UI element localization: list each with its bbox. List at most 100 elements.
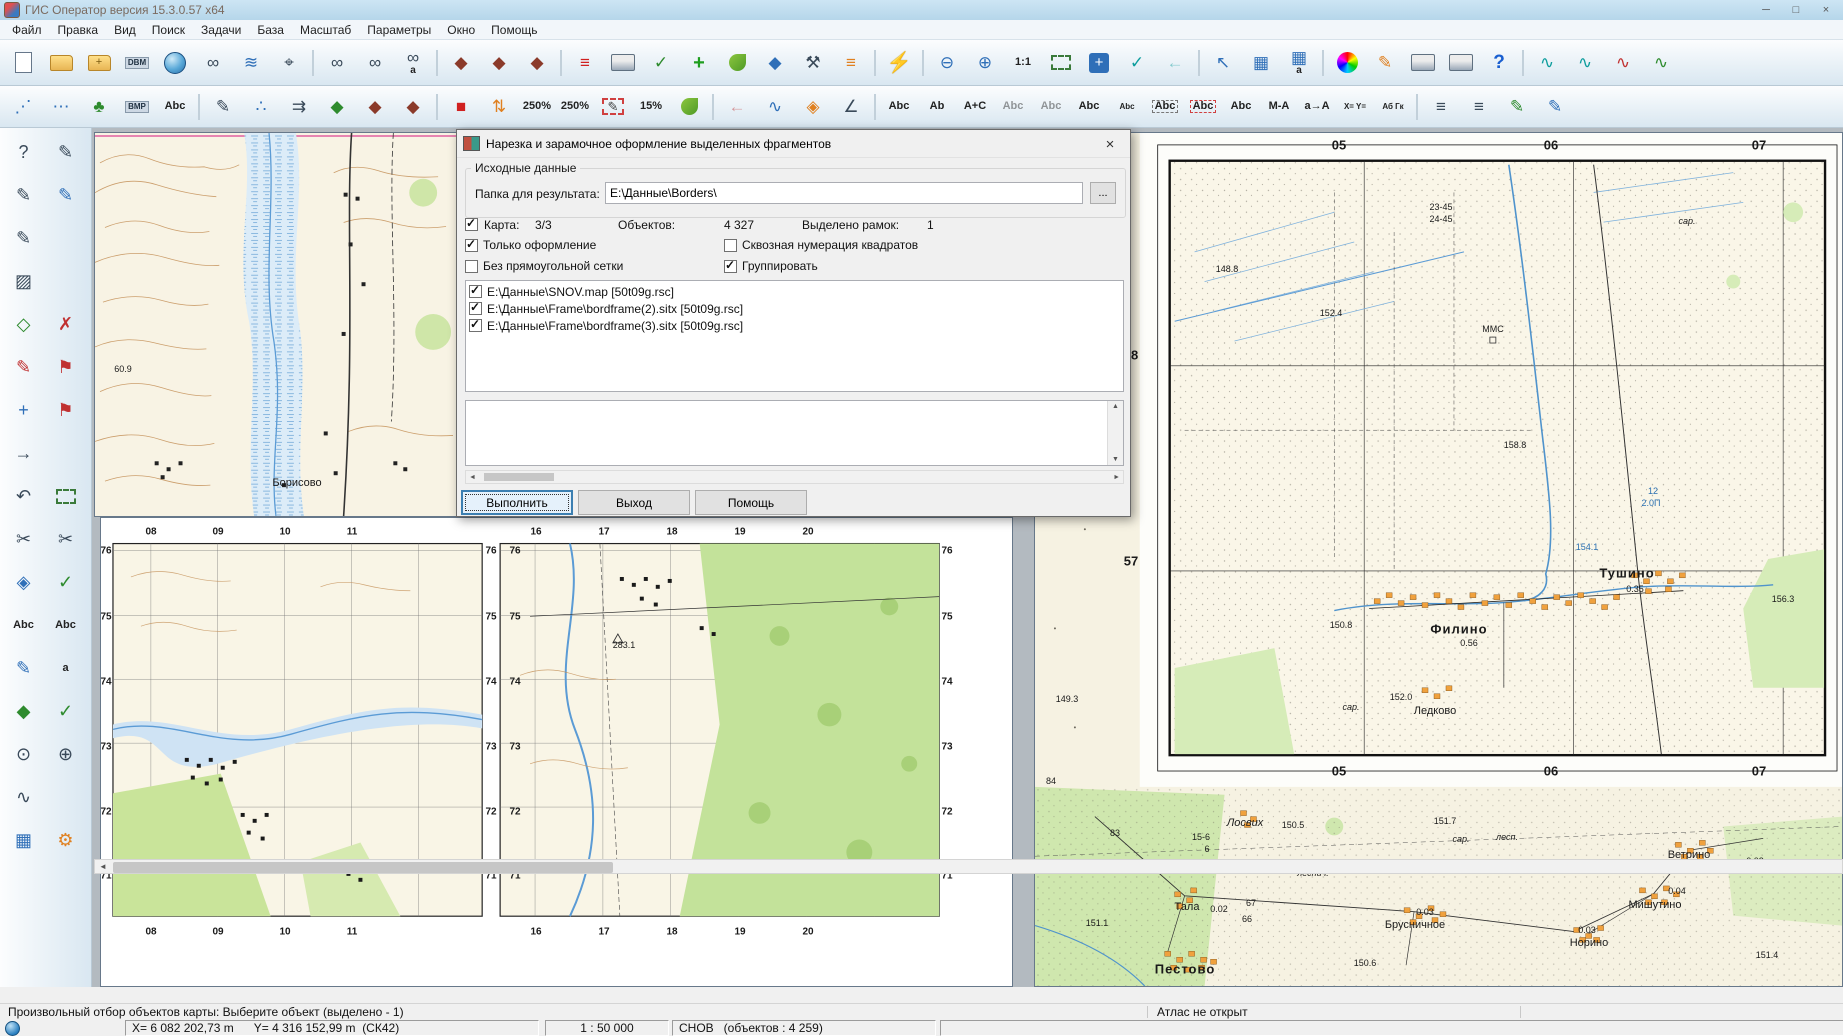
map-checkbox[interactable]	[465, 218, 478, 231]
scroll-up-arrow[interactable]: ▲	[1112, 401, 1119, 412]
view-back-icon[interactable]: ←	[1157, 45, 1193, 81]
text-abc-gray-icon[interactable]: Abc	[1033, 89, 1069, 125]
text-abc-icon[interactable]: Abc	[4, 605, 44, 645]
open-map-icon[interactable]	[43, 45, 79, 81]
map-horizontal-scrollbar[interactable]: ◄	[94, 859, 1843, 874]
cut-diagonal-icon[interactable]: ✂	[46, 519, 86, 559]
text-abc-bold-icon[interactable]: Abc	[881, 89, 917, 125]
text-abc2-icon[interactable]: Abc	[1071, 89, 1107, 125]
draw-polyline-icon[interactable]: ⋰	[5, 89, 41, 125]
frames-map-canvas[interactable]	[101, 518, 1012, 986]
direction-icon[interactable]: →	[4, 433, 44, 473]
style-pencil-icon[interactable]: ✎	[1367, 45, 1403, 81]
letter-a-icon[interactable]: a	[46, 648, 86, 688]
vertical-scrollbar[interactable]: ▲ ▼	[1107, 401, 1123, 465]
edit-polyline-icon[interactable]: ✎	[46, 175, 86, 215]
menu-item[interactable]: Вид	[106, 21, 144, 39]
flag-start-icon[interactable]: ⚑	[46, 347, 86, 387]
pencil-node-icon[interactable]: ✎	[205, 89, 241, 125]
edit-frame-icon[interactable]: ✎	[595, 89, 631, 125]
menu-item[interactable]: Правка	[50, 21, 107, 39]
context-help-icon[interactable]: ?	[1481, 45, 1517, 81]
eraser-icon[interactable]: ▨	[4, 261, 44, 301]
text-abc-small-icon[interactable]: Abc	[1109, 89, 1145, 125]
text-a-arrow-icon[interactable]: a→А	[1299, 89, 1335, 125]
minimize-button[interactable]: ─	[1751, 0, 1781, 20]
find-add-icon[interactable]: ∞	[357, 45, 393, 81]
accept-contour-icon[interactable]: ✓	[46, 562, 86, 602]
menu-item[interactable]: Помощь	[483, 21, 545, 39]
crosshair-icon[interactable]: ⌖	[271, 45, 307, 81]
wave-icon[interactable]: ∿	[757, 89, 793, 125]
zoom-out-icon[interactable]: ⊖	[929, 45, 965, 81]
legend-icon[interactable]: ≡	[567, 45, 603, 81]
scroll-down-arrow[interactable]: ▼	[1112, 454, 1119, 465]
vegetation-icon[interactable]	[719, 45, 755, 81]
lightning-icon[interactable]: ⚡	[881, 45, 917, 81]
palette-icon[interactable]	[1329, 45, 1365, 81]
database-icon[interactable]: DBM	[119, 45, 155, 81]
query-object-icon[interactable]: ?	[4, 132, 44, 172]
menu-item[interactable]: Задачи	[193, 21, 249, 39]
inspect-icon[interactable]: ⊙	[4, 734, 44, 774]
diamond-group-icon[interactable]: ◈	[795, 89, 831, 125]
green-diamond-icon[interactable]: ◆	[319, 89, 355, 125]
object-table-icon[interactable]: ▦ a	[1281, 45, 1317, 81]
layers-icon[interactable]: ≋	[233, 45, 269, 81]
file-checkbox[interactable]	[469, 302, 482, 315]
chart-teal-icon[interactable]: ∿	[1529, 45, 1565, 81]
browse-button[interactable]: ...	[1090, 182, 1116, 204]
tree-structure-icon[interactable]: ♣	[81, 89, 117, 125]
dialog-checkbox[interactable]: Только оформление	[465, 238, 596, 252]
map-window-topleft[interactable]: Борисово60.9	[94, 132, 459, 517]
globe-icon[interactable]	[157, 45, 193, 81]
horizontal-scrollbar[interactable]: ◄ ►	[465, 470, 1124, 484]
output-log-box[interactable]: ▲ ▼	[465, 400, 1124, 466]
title-bar[interactable]: ГИС Оператор версия 15.3.0.57 x64 ─ □ ×	[0, 0, 1843, 20]
dialog-close-button[interactable]: ×	[1090, 130, 1130, 158]
edit-pencil-icon[interactable]: ✎	[4, 175, 44, 215]
text-ab-icon[interactable]: Ab	[919, 89, 955, 125]
flag-point-icon[interactable]: ⚑	[46, 390, 86, 430]
menu-item[interactable]: Масштаб	[292, 21, 359, 39]
list-view-icon[interactable]: ≡	[1423, 89, 1459, 125]
confirm-edit-icon[interactable]: ✓	[643, 45, 679, 81]
menu-item[interactable]: Файл	[4, 21, 50, 39]
copy-object-icon[interactable]: ✎	[4, 648, 44, 688]
brown-diamond2-icon[interactable]: ◆	[395, 89, 431, 125]
page-edit-icon[interactable]: ✎	[1499, 89, 1535, 125]
scale-1-1-icon[interactable]: 1:1	[1005, 45, 1041, 81]
file-checkbox[interactable]	[469, 319, 482, 332]
text-abc-serif-icon[interactable]: Abc	[46, 605, 86, 645]
help-button[interactable]: Помощь	[695, 490, 807, 515]
map-window-bottom[interactable]: 0809101116171819200809101116171819207675…	[100, 517, 1013, 987]
print-icon[interactable]	[1405, 45, 1441, 81]
settings-gear-icon[interactable]: ⚙	[46, 820, 86, 860]
chart-teal2-icon[interactable]: ∿	[1567, 45, 1603, 81]
pan-icon[interactable]: +	[1081, 45, 1117, 81]
print-map-icon[interactable]	[605, 45, 641, 81]
menu-item[interactable]: Поиск	[144, 21, 193, 39]
dialog-checkbox[interactable]: Без прямоугольной сетки	[465, 259, 623, 273]
label-abc-icon[interactable]: Abc	[157, 89, 193, 125]
maximize-button[interactable]: □	[1781, 0, 1811, 20]
tools-icon[interactable]: ⚒	[795, 45, 831, 81]
print-setup-icon[interactable]	[1443, 45, 1479, 81]
list-view2-icon[interactable]: ≡	[1461, 89, 1497, 125]
text-abc-redframe-icon[interactable]: Abc	[1185, 89, 1221, 125]
find-text-icon[interactable]: ∞ a	[395, 45, 431, 81]
scroll-right-arrow[interactable]: ►	[1110, 474, 1123, 481]
find-object-icon[interactable]: ∞	[319, 45, 355, 81]
menu-item[interactable]: Параметры	[359, 21, 439, 39]
grid-view-icon[interactable]: ▦	[4, 820, 44, 860]
scroll-left-arrow[interactable]: ◄	[466, 474, 479, 481]
dialog-checkbox[interactable]: Группировать	[724, 259, 818, 273]
file-list-item[interactable]: E:\Данные\Frame\bordframe(3).sitx [50t09…	[466, 317, 1123, 334]
dialog-title-bar[interactable]: Нарезка и зарамочное оформление выделенн…	[457, 130, 1130, 158]
text-ab-gk-icon[interactable]: Аб Гк	[1375, 89, 1411, 125]
scrollbar-thumb[interactable]	[113, 862, 613, 873]
topology-icon[interactable]: ∴	[243, 89, 279, 125]
dialog-checkbox[interactable]: Сквозная нумерация квадратов	[724, 238, 918, 252]
chart-green-icon[interactable]: ∿	[1643, 45, 1679, 81]
measure-pencil-icon[interactable]: ✎	[46, 132, 86, 172]
